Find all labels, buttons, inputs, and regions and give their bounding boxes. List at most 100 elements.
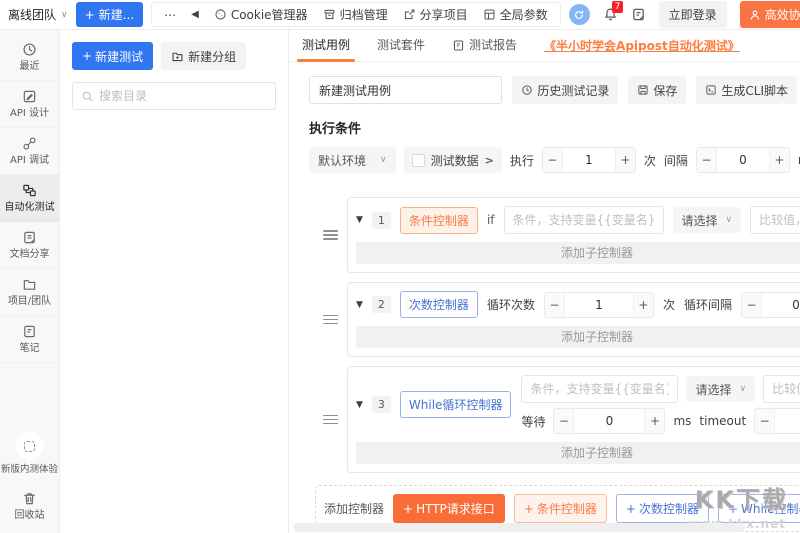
- test-data-checkbox[interactable]: [412, 154, 425, 167]
- increment-button[interactable]: +: [633, 293, 653, 317]
- loop-count-value: 1: [565, 298, 633, 312]
- decrement-button[interactable]: −: [554, 409, 574, 433]
- decrement-button[interactable]: −: [742, 293, 762, 317]
- while-compare-value-input[interactable]: [763, 375, 800, 403]
- sync-button[interactable]: [569, 4, 590, 25]
- while-operator-select[interactable]: 请选择 ∨: [686, 376, 755, 402]
- decrement-button[interactable]: −: [545, 293, 565, 317]
- exec-count-stepper[interactable]: − 1 +: [542, 147, 636, 173]
- test-data-toggle[interactable]: 测试数据 >: [404, 147, 502, 173]
- sidebar-item-auto-test[interactable]: 自动化测试: [0, 175, 59, 222]
- decrement-button[interactable]: −: [543, 148, 563, 172]
- condition-controller-badge[interactable]: 条件控制器: [400, 207, 478, 234]
- history-icon: [521, 84, 533, 96]
- sidebar-item-doc-share[interactable]: 文档分享: [0, 222, 59, 269]
- tab-test-case[interactable]: 测试用例: [302, 30, 350, 62]
- tab-test-suite[interactable]: 测试套件: [377, 30, 425, 62]
- sidebar-item-beta[interactable]: 新版内测体验: [0, 424, 59, 483]
- decrement-button[interactable]: −: [697, 148, 717, 172]
- increment-button[interactable]: +: [644, 409, 664, 433]
- while-controller-badge[interactable]: While循环控制器: [400, 391, 512, 418]
- sidebar-item-label: 笔记: [20, 343, 40, 354]
- times-unit: 次: [644, 152, 656, 169]
- horizontal-scrollbar[interactable]: [293, 523, 745, 532]
- menu-share-project[interactable]: 分享项目: [403, 6, 468, 23]
- history-button[interactable]: 历史测试记录: [512, 76, 618, 104]
- add-child-controller-button[interactable]: 添加子控制器: [356, 326, 800, 348]
- plus-icon: +: [85, 8, 95, 22]
- decrement-button[interactable]: −: [755, 409, 775, 433]
- new-button[interactable]: + 新建...: [76, 2, 144, 27]
- collapse-caret-icon[interactable]: ▼: [356, 215, 363, 225]
- count-controller-badge[interactable]: 次数控制器: [400, 291, 478, 318]
- sidebar-item-label: 自动化测试: [5, 202, 55, 213]
- timeout-label: timeout: [699, 414, 746, 428]
- sidebar-item-label: 文档分享: [10, 249, 50, 260]
- test-name-input[interactable]: [309, 76, 502, 104]
- loop-count-stepper[interactable]: − 1 +: [544, 292, 654, 318]
- sidebar-item-notes[interactable]: 笔记: [0, 316, 59, 363]
- tab-bar: 测试用例 测试套件 测试报告 《半小时学会Apipost自动化测试》: [289, 30, 800, 62]
- more-button[interactable]: ⋯: [164, 8, 176, 22]
- sidebar-item-label: API 调试: [10, 155, 49, 166]
- watermark-logo: KK下载: [695, 480, 788, 515]
- interval-stepper[interactable]: − 0 +: [696, 147, 790, 173]
- link-icon: [22, 136, 37, 151]
- drag-handle-icon[interactable]: [323, 228, 338, 243]
- wait-stepper[interactable]: − 0 +: [553, 408, 665, 434]
- loop-interval-stepper[interactable]: − 0 +: [741, 292, 800, 318]
- sidebar-item-api-design[interactable]: API 设计: [0, 81, 59, 128]
- collapse-caret-icon[interactable]: ▼: [356, 400, 363, 410]
- collapse-caret-icon[interactable]: ▼: [356, 300, 363, 310]
- tab-test-report[interactable]: 测试报告: [452, 30, 517, 62]
- controller-row-3: ▼ 3 While循环控制器 请选择 ∨: [323, 366, 800, 473]
- tutorial-link[interactable]: 《半小时学会Apipost自动化测试》: [544, 37, 740, 54]
- generate-cli-button[interactable]: 生成CLI脚本: [696, 76, 797, 104]
- new-test-button[interactable]: + 新建测试: [72, 42, 153, 70]
- sidebar-item-label: 最近: [20, 61, 40, 72]
- interval-label: 间隔: [664, 152, 688, 169]
- login-button[interactable]: 立即登录: [659, 1, 727, 28]
- timeout-stepper[interactable]: − 0 +: [754, 408, 800, 434]
- exec-conditions-row: 默认环境 ∨ 测试数据 > 执行 − 1 + 次 间隔 − 0: [309, 147, 800, 173]
- notifications-button[interactable]: 7: [603, 7, 618, 22]
- team-selector[interactable]: 离线团队 ∨: [8, 6, 68, 23]
- operator-value: 请选择: [695, 381, 731, 398]
- operator-value: 请选择: [682, 212, 718, 229]
- sidebar-item-recent[interactable]: 最近: [0, 34, 59, 81]
- search-input[interactable]: [99, 89, 267, 103]
- sidebar-item-label: 项目/团队: [8, 296, 51, 307]
- count-controller-card: ▼ 2 次数控制器 循环次数 − 1 + 次 循环间隔 − 0: [347, 282, 800, 357]
- times-unit: 次: [663, 296, 675, 313]
- add-child-controller-button[interactable]: 添加子控制器: [356, 442, 800, 464]
- menu-global-params[interactable]: 全局参数: [483, 6, 548, 23]
- sidebar-item-trash[interactable]: 回收站: [0, 483, 59, 533]
- sidebar-item-projects[interactable]: 项目/团队: [0, 269, 59, 316]
- topbar-menu-group: ⋯ ◀ Cookie管理器 归档管理 分享项目 全局参数: [151, 2, 560, 27]
- add-condition-controller-button[interactable]: + 条件控制器: [514, 494, 607, 523]
- beta-circle-icon: [16, 432, 44, 460]
- notes-button[interactable]: [631, 7, 646, 22]
- menu-share-label: 分享项目: [420, 6, 468, 23]
- drag-handle-icon[interactable]: [323, 312, 338, 327]
- sync-icon: [573, 9, 585, 21]
- while-condition-input[interactable]: [521, 375, 678, 403]
- operator-select[interactable]: 请选择 ∨: [673, 207, 742, 233]
- increment-button[interactable]: +: [615, 148, 635, 172]
- save-button[interactable]: 保存: [628, 76, 686, 104]
- search-directory: [72, 82, 276, 110]
- add-child-controller-button[interactable]: 添加子控制器: [356, 242, 800, 264]
- collab-button[interactable]: 高效协作: [740, 1, 800, 28]
- new-group-button[interactable]: 新建分组: [161, 42, 246, 70]
- add-http-request-button[interactable]: + HTTP请求接口: [393, 494, 505, 523]
- increment-button[interactable]: +: [769, 148, 789, 172]
- compare-value-input[interactable]: [750, 206, 800, 234]
- condition-input[interactable]: [504, 206, 664, 234]
- menu-cookie-manager[interactable]: Cookie管理器: [214, 6, 308, 23]
- environment-select[interactable]: 默认环境 ∨: [309, 147, 396, 173]
- workflow-icon: [22, 183, 37, 198]
- back-icon[interactable]: ◀: [191, 9, 199, 20]
- drag-handle-icon[interactable]: [323, 412, 338, 427]
- sidebar-item-api-debug[interactable]: API 调试: [0, 128, 59, 175]
- menu-archive[interactable]: 归档管理: [323, 6, 388, 23]
